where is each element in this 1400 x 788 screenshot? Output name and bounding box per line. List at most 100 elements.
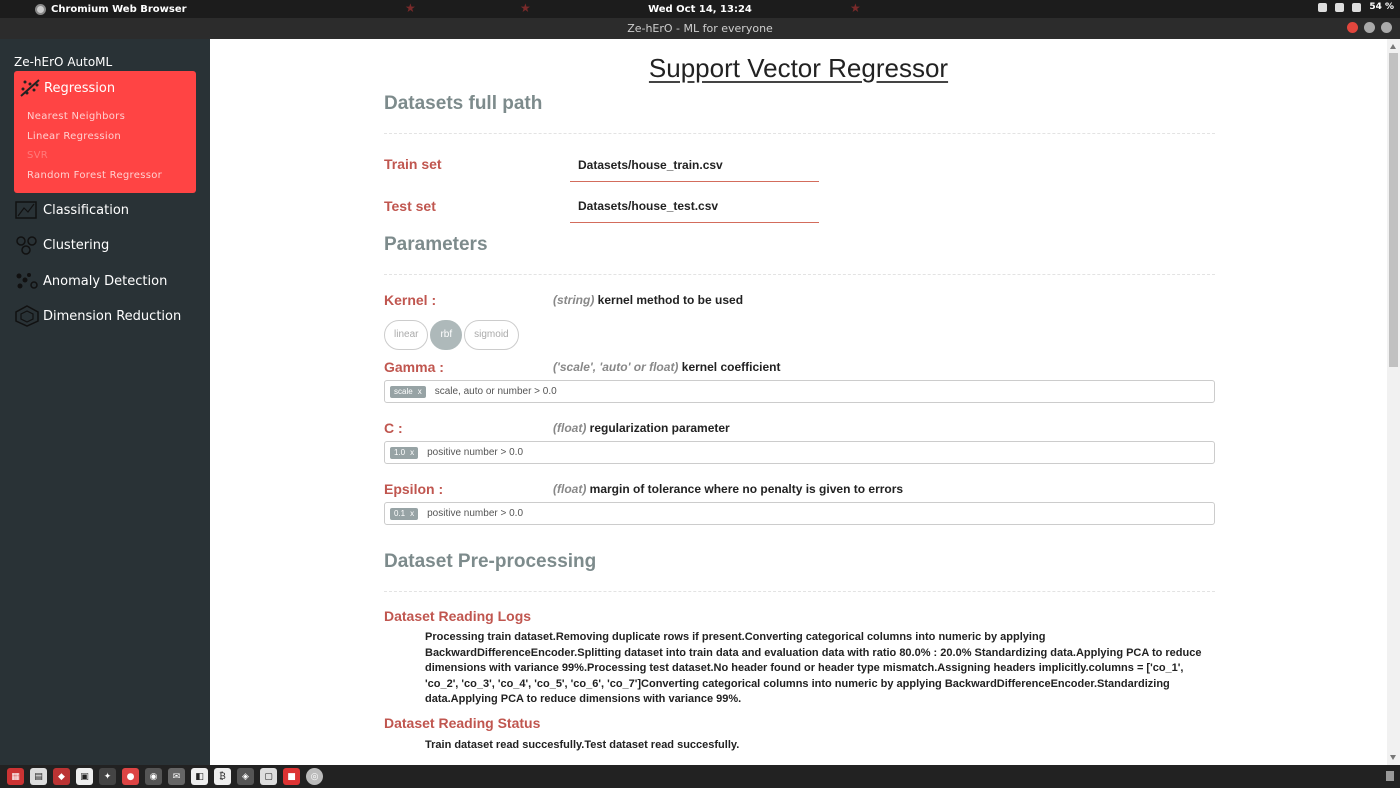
section-divider [384,133,1215,134]
tag-text: 0.1 [394,508,406,518]
kernel-label: Kernel : [384,292,437,308]
sidebar-item-clustering[interactable]: Clustering [14,234,109,256]
vertical-scrollbar[interactable] [1387,39,1400,765]
sidebar-item-label: Anomaly Detection [43,273,168,289]
sidebar-item-label: Regression [44,80,116,96]
remove-tag-icon[interactable]: x [410,448,414,457]
battery-level: 54 % [1369,2,1394,12]
mail-icon[interactable]: ✉ [168,768,185,785]
page-title: Support Vector Regressor [648,53,949,83]
remove-tag-icon[interactable]: x [410,509,414,518]
epsilon-placeholder: positive number > 0.0 [427,508,524,519]
sidebar: Ze-hErO AutoML Regression Nearest Neighb… [0,39,210,765]
regression-icon [20,79,40,97]
sidebar-subitem-svr[interactable]: SVR [27,150,162,170]
sidebar-item-label: Clustering [43,237,110,253]
terminal-icon[interactable]: ▣ [76,768,93,785]
gnome-icon[interactable]: ◈ [237,768,254,785]
window-title-bar: Ze-hErO - ML for everyone [0,18,1400,39]
kernel-options: linear rbf sigmoid [384,320,519,350]
c-description: (float) regularization parameter [553,421,730,435]
train-set-label: Train set [384,156,442,172]
network-icon [1318,2,1328,12]
kernel-type: (string) [553,293,595,307]
bitcoin-icon[interactable]: ₿ [214,768,231,785]
c-placeholder: positive number > 0.0 [427,447,524,458]
vscode-icon[interactable]: ◧ [191,768,208,785]
reading-status-text: Train dataset read succesfully.Test data… [425,739,740,751]
maximize-window-button[interactable] [1381,22,1392,33]
section-divider [384,591,1215,592]
red-app-icon[interactable]: ■ [283,768,300,785]
anomaly-icon [16,273,38,289]
sidebar-subitem-linear-regression[interactable]: Linear Regression [27,131,162,151]
gamma-input[interactable]: scale x scale, auto or number > 0.0 [384,380,1215,403]
sidebar-item-classification[interactable]: Classification [14,199,129,221]
sidebar-item-label: Dimension Reduction [43,308,182,324]
epsilon-description: (float) margin of tolerance where no pen… [553,482,903,496]
scrollbar-thumb[interactable] [1389,53,1398,367]
reading-status-heading: Dataset Reading Status [384,715,541,731]
window-title: Ze-hErO - ML for everyone [627,22,773,35]
tag-text: 1.0 [394,447,406,457]
wallpaper-star-icon: ★ [405,1,416,15]
trash-icon[interactable] [1386,771,1394,781]
active-app-indicator[interactable]: Chromium Web Browser [35,3,187,15]
gamma-value-tag[interactable]: scale x [390,385,426,398]
remove-tag-icon[interactable]: x [418,387,422,396]
dimension-icon [15,305,39,327]
epsilon-type: (float) [553,482,587,496]
tool-icon[interactable]: ✦ [99,768,116,785]
gamma-label: Gamma : [384,359,444,375]
sidebar-subitem-random-forest[interactable]: Random Forest Regressor [27,170,162,190]
kernel-desc-text: kernel method to be used [597,293,744,307]
scroll-down-icon[interactable] [1390,755,1396,760]
volume-icon [1335,2,1345,12]
epsilon-input[interactable]: 0.1 x positive number > 0.0 [384,502,1215,525]
kernel-option-linear[interactable]: linear [384,320,429,350]
epsilon-desc-text: margin of tolerance where no penalty is … [589,482,904,496]
sidebar-brand[interactable]: Ze-hErO AutoML [14,55,112,69]
sidebar-item-dimension-reduction[interactable]: Dimension Reduction [14,305,181,327]
test-set-label: Test set [384,198,436,214]
minimize-window-button[interactable] [1364,22,1375,33]
test-set-path-field[interactable]: Datasets/house_test.csv [570,194,819,223]
chat-icon[interactable]: ◉ [145,768,162,785]
kernel-option-rbf[interactable]: rbf [430,320,463,350]
train-set-path-field[interactable]: Datasets/house_train.csv [570,153,819,182]
monitor-icon[interactable]: ▢ [260,768,277,785]
gamma-description: ('scale', 'auto' or float) kernel coeffi… [553,360,780,374]
clock[interactable]: Wed Oct 14, 13:24 [648,4,752,15]
close-window-button[interactable] [1347,22,1358,33]
apps-icon[interactable]: ▦ [7,768,24,785]
reading-logs-text: Processing train dataset.Removing duplic… [425,631,1202,705]
epsilon-value-tag[interactable]: 0.1 x [390,507,419,520]
kernel-option-sigmoid[interactable]: sigmoid [464,320,519,350]
chromium-icon [35,3,46,15]
calc-icon[interactable]: ▤ [30,768,47,785]
preprocessing-heading: Dataset Pre-processing [384,551,597,572]
epsilon-label: Epsilon : [384,481,444,497]
gamma-type: ('scale', 'auto' or float) [553,360,679,374]
c-value-tag[interactable]: 1.0 x [390,446,419,459]
classification-icon [15,201,37,219]
wallpaper-star-icon: ★ [850,1,861,15]
section-divider [384,274,1215,275]
c-type: (float) [553,421,587,435]
system-tray[interactable]: 54 % [1318,2,1394,12]
tag-text: scale [394,386,413,396]
scroll-up-icon[interactable] [1390,44,1396,49]
c-desc-text: regularization parameter [589,421,730,435]
battery-icon [1352,2,1362,12]
sidebar-item-regression[interactable]: Regression [18,77,115,99]
gamma-placeholder: scale, auto or number > 0.0 [434,386,557,397]
chromium-icon[interactable]: ◎ [306,768,323,785]
sidebar-subitem-nearest-neighbors[interactable]: Nearest Neighbors [27,111,162,131]
reading-logs-heading: Dataset Reading Logs [384,608,532,624]
wallpaper-star-icon: ★ [520,1,531,15]
main-content: Support Vector Regressor Datasets full p… [210,39,1387,765]
app-icon[interactable]: ◆ [53,768,70,785]
c-input[interactable]: 1.0 x positive number > 0.0 [384,441,1215,464]
browser-icon[interactable]: ● [122,768,139,785]
sidebar-item-anomaly-detection[interactable]: Anomaly Detection [14,270,167,292]
